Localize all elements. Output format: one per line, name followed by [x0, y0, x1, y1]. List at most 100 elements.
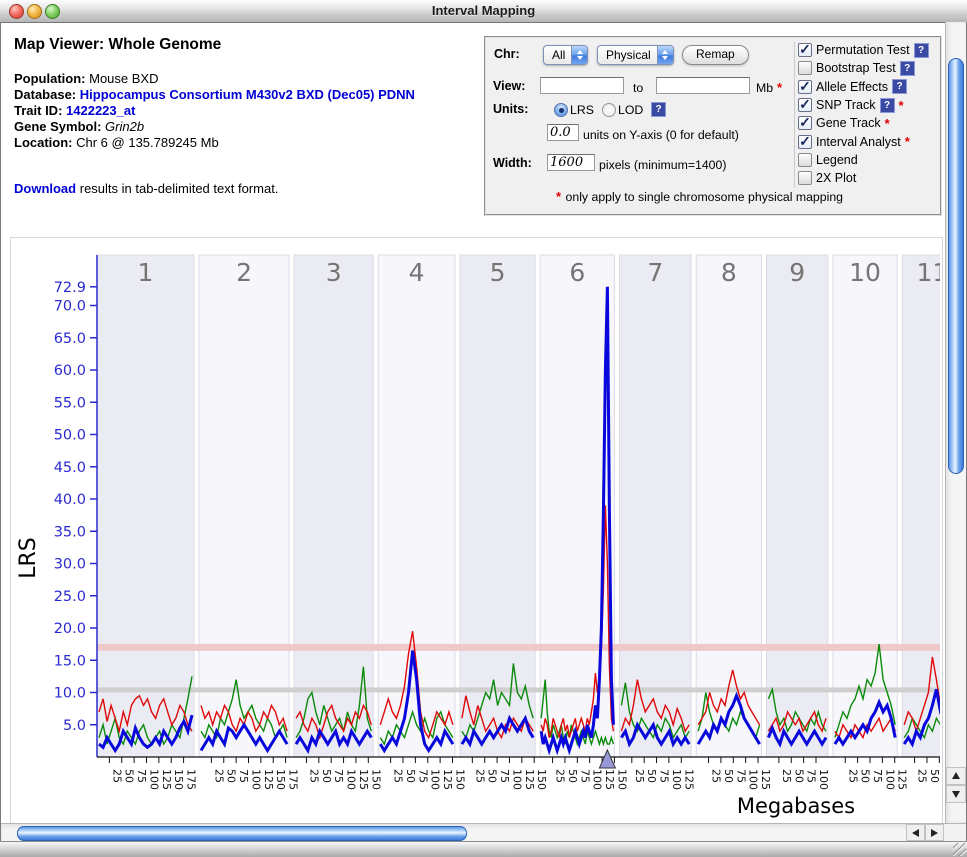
- title-bar[interactable]: Interval Mapping: [0, 0, 967, 23]
- checkbox-label-interval-analyst: Interval Analyst: [816, 135, 901, 149]
- suggestive-threshold-band: [97, 687, 940, 692]
- x-axis-tick-label: 75: [871, 769, 884, 783]
- units-help-icon[interactable]: ?: [651, 102, 666, 117]
- database-link[interactable]: Hippocampus Consortium M430v2 BXD (Dec05…: [80, 87, 415, 102]
- y-axis-tick-label: 72.9: [54, 280, 86, 296]
- resize-grip-icon[interactable]: [953, 843, 966, 856]
- chr-number-label: 7: [647, 258, 663, 287]
- y-axis-tick-label: 55.0: [54, 395, 86, 411]
- single-chromosome-star: *: [885, 116, 890, 131]
- checkbox-2x-plot[interactable]: [798, 171, 812, 185]
- y-axis-tick-label: 30.0: [54, 557, 86, 573]
- trait-info: Map Viewer: Whole Genome Population: Mou…: [14, 36, 474, 196]
- scroll-down-button[interactable]: [946, 785, 966, 803]
- genome-map-chart: 12345678910115.010.015.020.025.030.035.0…: [10, 237, 943, 825]
- y-axis-tick-label: 10.0: [54, 686, 86, 702]
- population-label: Population:: [14, 71, 86, 86]
- vertical-scrollbar[interactable]: [945, 22, 966, 823]
- x-axis-tick-label: 175: [287, 769, 300, 790]
- view-from-input[interactable]: [540, 77, 624, 94]
- x-axis-tick-label: 125: [896, 769, 909, 790]
- x-axis-tick-label: 25: [473, 769, 486, 783]
- x-axis-tick-label: 150: [369, 769, 382, 790]
- horizontal-scrollbar[interactable]: [1, 823, 944, 842]
- vertical-scrollbar-thumb[interactable]: [948, 58, 964, 474]
- x-axis-tick-label: 100: [670, 769, 683, 790]
- yaxis-units-input[interactable]: [547, 124, 579, 141]
- chr-number-label: 5: [490, 258, 506, 287]
- x-axis-tick-label: 25: [212, 769, 225, 783]
- single-chromosome-star: *: [899, 98, 904, 113]
- panel-chr-10: [833, 255, 897, 757]
- checkbox-allele-effects[interactable]: ✓: [798, 80, 812, 94]
- trait-id-link[interactable]: 1422223_at: [66, 103, 135, 118]
- x-axis-tick-label: 75: [578, 769, 591, 783]
- lod-radio[interactable]: [602, 103, 616, 117]
- population-value: Mouse BXD: [89, 71, 158, 86]
- y-axis-title: LRS: [16, 537, 41, 579]
- page-title: Map Viewer: Whole Genome: [14, 36, 474, 54]
- option-row-bootstrap-test: Bootstrap Test?: [798, 59, 938, 77]
- help-icon[interactable]: ?: [900, 61, 915, 76]
- x-axis-tick-label: 75: [805, 769, 818, 783]
- x-axis-tick-label: 25: [710, 769, 723, 783]
- x-axis-tick-label: 50: [645, 769, 658, 783]
- x-axis-tick-label: 75: [332, 769, 345, 783]
- scroll-left-button[interactable]: [906, 824, 925, 841]
- minimize-button-icon[interactable]: [27, 4, 42, 19]
- option-row-allele-effects: ✓Allele Effects?: [798, 78, 938, 96]
- checkbox-permutation-test[interactable]: ✓: [798, 43, 812, 57]
- help-icon[interactable]: ?: [880, 98, 895, 113]
- x-axis-tick-label: 50: [320, 769, 333, 783]
- x-axis-tick-label: 50: [486, 769, 499, 783]
- close-button-icon[interactable]: [9, 4, 24, 19]
- footnote-text: only apply to single chromosome physical…: [566, 190, 844, 204]
- option-row-permutation-test: ✓ Permutation Test?: [798, 41, 938, 59]
- x-axis-tick-label: 150: [615, 769, 628, 790]
- app-window: Interval Mapping Map Viewer: Whole Genom…: [0, 0, 967, 856]
- x-axis-tick-label: 100: [591, 769, 604, 790]
- lrs-radio[interactable]: [554, 103, 568, 117]
- chromosome-select[interactable]: All: [543, 45, 588, 65]
- width-input[interactable]: [547, 154, 595, 171]
- zoom-button-icon[interactable]: [45, 4, 60, 19]
- x-axis-tick-label: 150: [535, 769, 548, 790]
- x-axis-tick-label: 50: [404, 769, 417, 783]
- chr-label: Chr:: [494, 47, 520, 61]
- x-axis-tick-label: 150: [274, 769, 287, 790]
- panel-chr-7: [619, 255, 691, 757]
- right-arrow-icon: [931, 829, 938, 837]
- significant-threshold-band: [97, 644, 940, 651]
- checkbox-label-permutation-test: Permutation Test: [816, 43, 910, 57]
- help-icon[interactable]: ?: [892, 79, 907, 94]
- checkbox-gene-track[interactable]: ✓: [798, 116, 812, 130]
- horizontal-scrollbar-thumb[interactable]: [17, 826, 467, 841]
- chromosome-select-value: All: [544, 46, 571, 64]
- scroll-right-button[interactable]: [925, 824, 944, 841]
- remap-button[interactable]: Remap: [682, 45, 749, 65]
- y-axis-tick-label: 40.0: [54, 492, 86, 508]
- checkbox-interval-analyst[interactable]: ✓: [798, 135, 812, 149]
- x-axis-tick-label: 25: [846, 769, 859, 783]
- view-label: View:: [493, 79, 525, 93]
- checkbox-bootstrap-test[interactable]: [798, 61, 812, 75]
- window-bottom-bar: [0, 841, 967, 857]
- panel-divider: [794, 42, 795, 188]
- help-icon[interactable]: ?: [914, 43, 929, 58]
- x-axis-tick-label: 75: [658, 769, 671, 783]
- population-row: Population: Mouse BXD: [14, 71, 474, 87]
- checkbox-snp-track[interactable]: ✓: [798, 98, 812, 112]
- to-label: to: [633, 81, 643, 95]
- checkbox-legend[interactable]: [798, 153, 812, 167]
- mapping-type-select[interactable]: Physical: [597, 45, 674, 65]
- scroll-up-button[interactable]: [946, 767, 966, 785]
- chr-number-label: 1: [138, 258, 154, 287]
- chr-number-label: 2: [236, 258, 252, 287]
- checkbox-label-gene-track: Gene Track: [816, 116, 881, 130]
- download-link[interactable]: Download: [14, 181, 76, 196]
- y-axis-tick-label: 65.0: [54, 331, 86, 347]
- location-value: Chr 6 @ 135.789245 Mb: [76, 135, 219, 150]
- view-to-input[interactable]: [656, 77, 750, 94]
- x-axis-tick-label: 50: [722, 769, 735, 783]
- view-required-star: *: [777, 80, 782, 95]
